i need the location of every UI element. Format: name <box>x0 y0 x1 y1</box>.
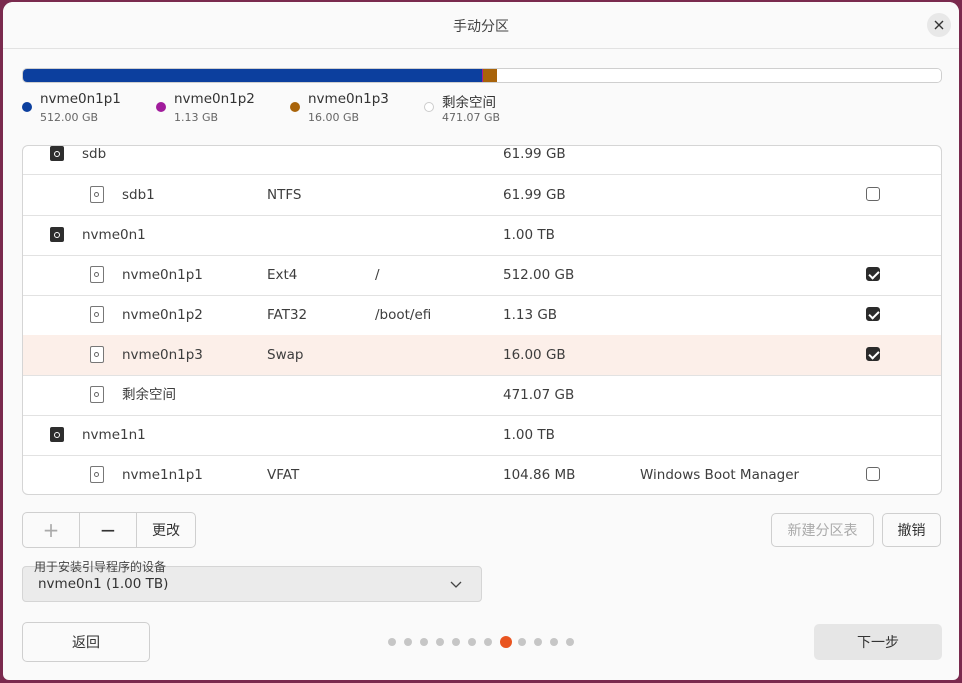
disk-icon <box>50 427 64 442</box>
device-name: nvme1n1p1 <box>122 467 203 483</box>
legend-name: 剩余空间 <box>442 95 496 111</box>
step-dot <box>388 638 396 646</box>
change-partition-button[interactable]: 更改 <box>137 513 195 547</box>
table-row-disk[interactable]: nvme1n1 1.00 TB <box>23 415 941 456</box>
device-size: 1.00 TB <box>503 427 555 443</box>
device-size: 471.07 GB <box>503 387 575 403</box>
device-name: nvme1n1 <box>82 427 146 443</box>
device-size: 61.99 GB <box>503 146 566 162</box>
device-name: nvme0n1p3 <box>122 347 203 363</box>
usage-segment <box>497 69 941 82</box>
device-size: 104.86 MB <box>503 467 576 483</box>
step-dot <box>518 638 526 646</box>
add-partition-button[interactable]: + <box>23 513 80 547</box>
device-size: 512.00 GB <box>503 267 575 283</box>
table-row-partition[interactable]: nvme0n1p1 Ext4 / 512.00 GB <box>23 255 941 296</box>
window-title: 手动分区 <box>453 19 509 35</box>
step-dot <box>452 638 460 646</box>
format-checkbox[interactable] <box>866 267 880 281</box>
partition-actions: + − 更改 <box>22 512 196 548</box>
partition-type: NTFS <box>267 187 302 203</box>
next-button[interactable]: 下一步 <box>814 624 942 660</box>
partition-type: FAT32 <box>267 307 308 323</box>
partition-type: VFAT <box>267 467 300 483</box>
remove-partition-button[interactable]: − <box>80 513 137 547</box>
partition-icon <box>90 186 104 203</box>
legend-name: nvme0n1p3 <box>308 91 389 107</box>
partition-table: sdb 61.99 GB sdb1 NTFS 61.99 GB nvme0n1 … <box>22 145 942 495</box>
device-size: 16.00 GB <box>503 347 566 363</box>
device-name: nvme0n1p2 <box>122 307 203 323</box>
title-bar: 手动分区 <box>3 2 959 49</box>
step-dot <box>484 638 492 646</box>
new-partition-table-button[interactable]: 新建分区表 <box>771 513 874 547</box>
disk-usage-bar <box>22 68 942 83</box>
mount-point: / <box>375 267 380 283</box>
revert-button[interactable]: 撤销 <box>882 513 941 547</box>
legend-dot <box>290 102 300 112</box>
disk-icon <box>50 227 64 242</box>
disk-icon <box>50 146 64 161</box>
table-row-disk[interactable]: nvme0n1 1.00 TB <box>23 215 941 256</box>
partition-type: Swap <box>267 347 304 363</box>
bootloader-device-value: nvme0n1 (1.00 TB) <box>38 576 169 592</box>
legend-size: 1.13 GB <box>174 111 219 124</box>
legend-size: 512.00 GB <box>40 111 99 124</box>
step-dot <box>404 638 412 646</box>
partition-icon <box>90 346 104 363</box>
close-button[interactable] <box>927 13 951 37</box>
format-checkbox[interactable] <box>866 187 880 201</box>
table-row-partition[interactable]: nvme0n1p2 FAT32 /boot/efi 1.13 GB <box>23 295 941 336</box>
partition-icon <box>90 306 104 323</box>
legend-name: nvme0n1p1 <box>40 91 121 107</box>
format-checkbox[interactable] <box>866 347 880 361</box>
installed-system: Windows Boot Manager <box>640 467 800 483</box>
partition-icon <box>90 466 104 483</box>
table-row-partition[interactable]: nvme1n1p1 VFAT 104.86 MB Windows Boot Ma… <box>23 455 941 494</box>
usage-segment <box>23 69 482 82</box>
step-dot <box>436 638 444 646</box>
partition-icon <box>90 266 104 283</box>
device-name: 剩余空间 <box>122 387 176 403</box>
partition-dialog: 手动分区 nvme0n1p1 512.00 GB nvme0n1p2 1.13 … <box>3 2 959 680</box>
table-row-partition-selected[interactable]: nvme0n1p3 Swap 16.00 GB <box>23 335 941 376</box>
legend-dot <box>22 102 32 112</box>
bootloader-device-label: 用于安装引导程序的设备 <box>34 560 167 574</box>
legend-size: 16.00 GB <box>308 111 360 124</box>
device-name: nvme0n1 <box>82 227 146 243</box>
device-size: 1.00 TB <box>503 227 555 243</box>
step-dot <box>468 638 476 646</box>
usage-segment <box>483 69 498 82</box>
partition-type: Ext4 <box>267 267 298 283</box>
legend-name: nvme0n1p2 <box>174 91 255 107</box>
mount-point: /boot/efi <box>375 307 432 323</box>
format-checkbox[interactable] <box>866 307 880 321</box>
step-dot-active <box>500 636 512 648</box>
close-icon <box>934 20 944 30</box>
step-dot <box>420 638 428 646</box>
table-row-partition[interactable]: sdb1 NTFS 61.99 GB <box>23 175 941 216</box>
device-name: sdb1 <box>122 187 155 203</box>
chevron-down-icon <box>450 581 462 588</box>
legend-size: 471.07 GB <box>442 111 501 124</box>
device-size: 1.13 GB <box>503 307 558 323</box>
step-dot <box>550 638 558 646</box>
step-dot <box>534 638 542 646</box>
partition-icon <box>90 386 104 403</box>
device-name: nvme0n1p1 <box>122 267 203 283</box>
device-size: 61.99 GB <box>503 187 566 203</box>
device-name: sdb <box>82 146 107 162</box>
legend-dot <box>424 102 434 112</box>
back-button[interactable]: 返回 <box>22 622 150 662</box>
table-row-disk[interactable]: sdb 61.99 GB <box>23 146 941 175</box>
format-checkbox[interactable] <box>866 467 880 481</box>
legend-dot <box>156 102 166 112</box>
step-dot <box>566 638 574 646</box>
table-row-free-space[interactable]: 剩余空间 471.07 GB <box>23 375 941 416</box>
